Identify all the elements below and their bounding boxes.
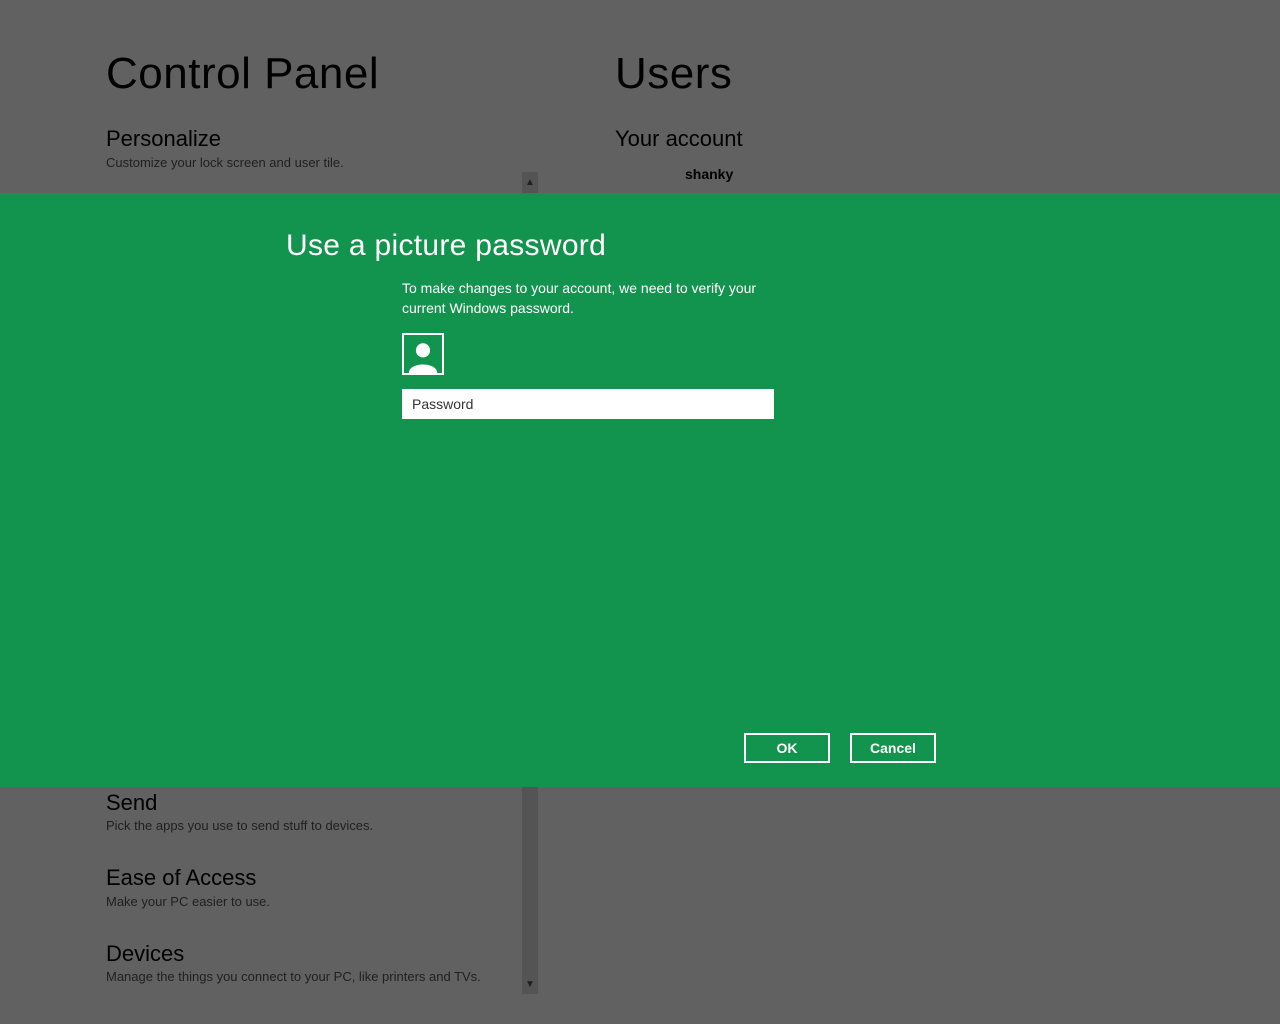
ok-button[interactable]: OK bbox=[744, 733, 830, 763]
dialog-body-text: To make changes to your account, we need… bbox=[402, 279, 782, 318]
dialog-title: Use a picture password bbox=[286, 229, 606, 263]
user-avatar-icon bbox=[402, 333, 444, 375]
password-input[interactable] bbox=[402, 389, 774, 419]
picture-password-dialog: Use a picture password To make changes t… bbox=[0, 193, 1280, 787]
dialog-button-row: OK Cancel bbox=[744, 733, 936, 763]
cancel-button[interactable]: Cancel bbox=[850, 733, 936, 763]
